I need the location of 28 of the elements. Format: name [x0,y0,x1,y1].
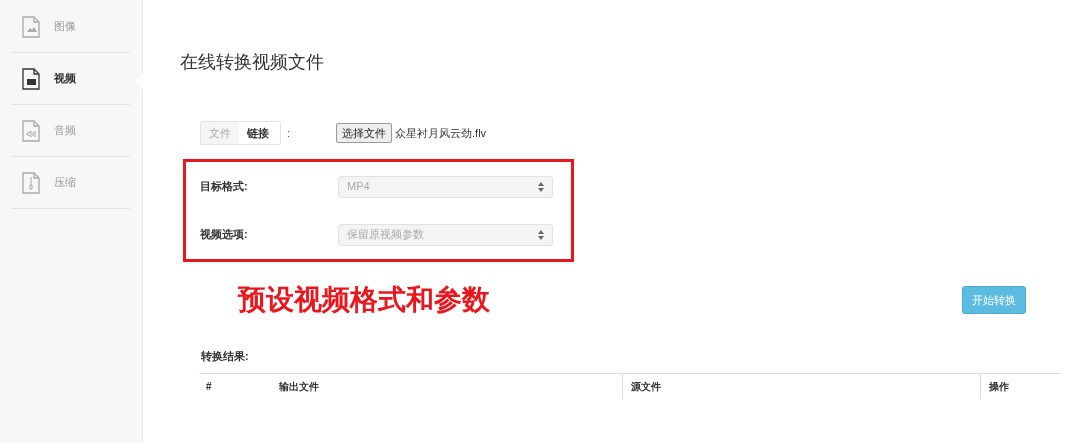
image-file-icon [22,15,40,38]
column-header: 操作 [988,379,1009,394]
column-header: 源文件 [630,379,661,394]
sidebar-item[interactable]: 音频 [12,105,130,157]
sidebar-item[interactable]: 压缩 [12,157,130,209]
page-title: 在线转换视频文件 [180,51,324,74]
option-label: 目标格式: [200,179,249,195]
option-select[interactable]: 保留原视频参数 [338,223,553,246]
select-value: 保留原视频参数 [347,227,424,243]
annotation-text: 预设视频格式和参数 [238,283,490,317]
select-caret-icon [538,229,544,240]
results-label: 转换结果: [201,349,249,364]
start-button[interactable]: 开始转换 [962,286,1026,314]
option-select[interactable]: MP4 [338,175,553,198]
choose-file-button[interactable]: 选择文件 [336,123,393,143]
sidebar-item[interactable]: 图像 [12,1,130,53]
select-caret-icon [538,181,544,192]
select-value: MP4 [347,179,370,195]
archive-file-icon [22,171,40,194]
video-file-icon [22,67,40,90]
option-label: 视频选项: [200,227,249,243]
sidebar-item[interactable]: 视频 [12,53,130,105]
colon: : [287,125,291,141]
column-header: # [205,379,212,394]
column-header: 输出文件 [278,379,319,394]
audio-file-icon [22,119,40,142]
file-name: 众星衬月风云劲.flv [395,125,487,141]
source-tab[interactable]: 文件 [201,122,239,144]
